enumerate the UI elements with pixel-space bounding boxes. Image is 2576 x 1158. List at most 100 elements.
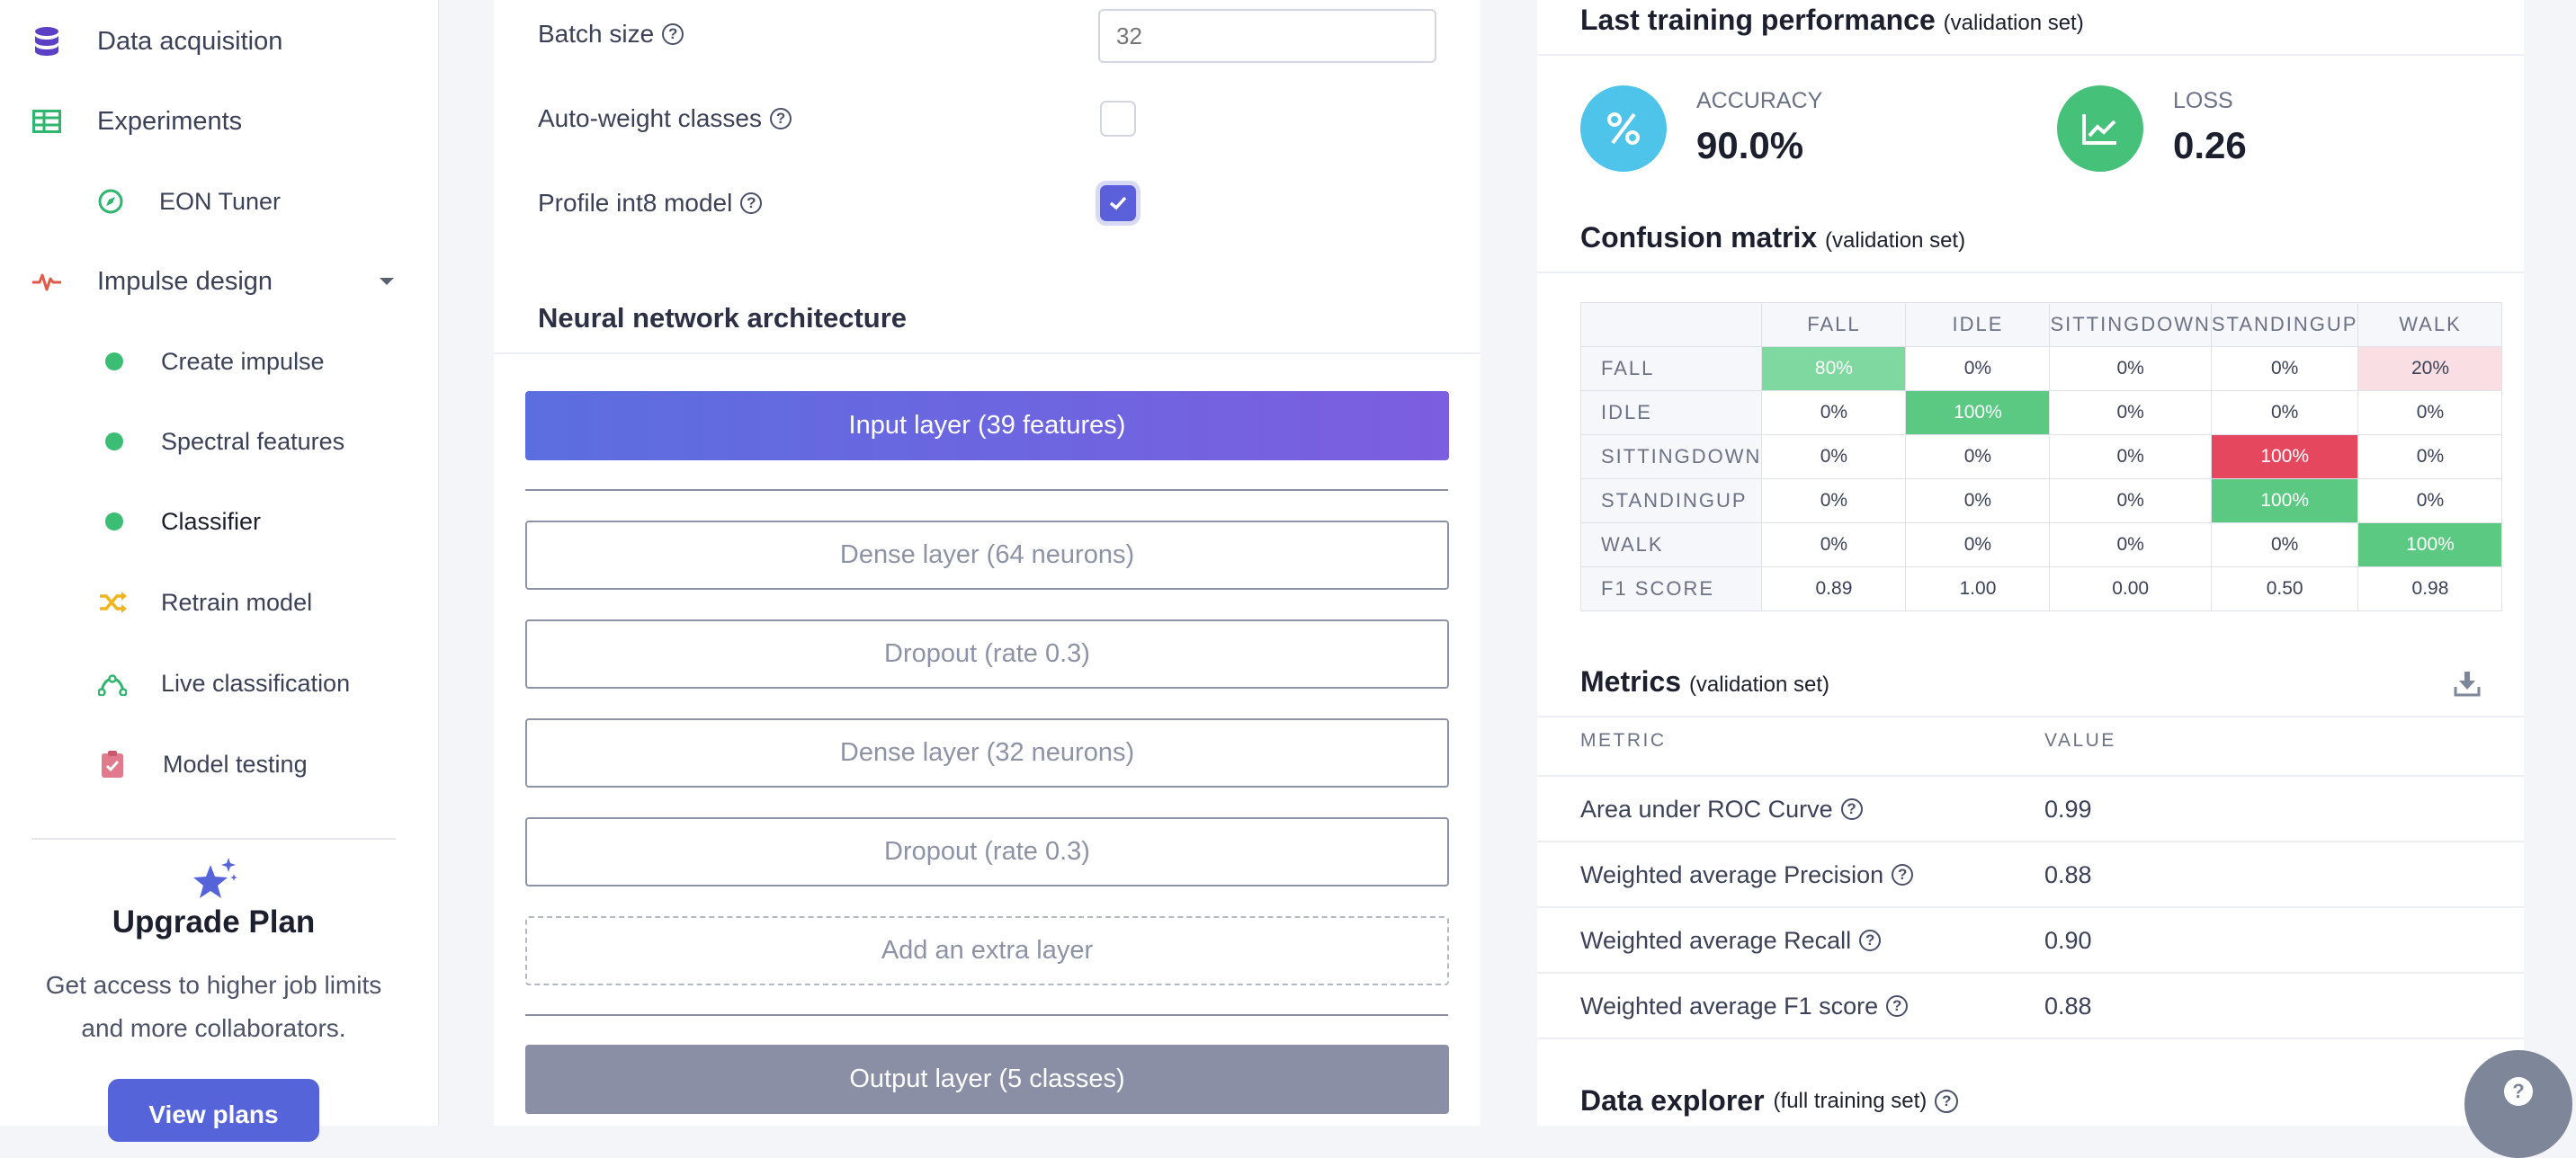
dot-icon <box>96 423 132 459</box>
profile-int8-row: Profile int8 model ? <box>538 189 763 218</box>
metric-name: Weighted average F1 score <box>1580 992 1879 1020</box>
help-icon[interactable]: ? <box>770 108 792 129</box>
profile-int8-checkbox[interactable] <box>1100 185 1136 221</box>
output-layer[interactable]: Output layer (5 classes) <box>525 1045 1449 1114</box>
layer-separator <box>525 489 1448 491</box>
sidebar-item-label: EON Tuner <box>159 187 282 215</box>
shuffle-icon <box>94 584 130 620</box>
sidebar-item-retrain-model[interactable]: Retrain model <box>94 584 312 620</box>
matrix-header-row: FALL IDLE SITTINGDOWN STANDINGUP WALK <box>1579 302 2503 347</box>
section-divider <box>1537 716 2524 717</box>
sidebar-item-experiments[interactable]: Experiments <box>29 103 242 139</box>
matrix-cell: 0% <box>2357 390 2503 435</box>
help-icon[interactable]: ? <box>1840 798 1863 820</box>
curve-icon <box>94 665 130 701</box>
matrix-col-header: SITTINGDOWN <box>2049 302 2212 347</box>
matrix-row: STANDINGUP 0% 0% 0% 100% 0% <box>1579 478 2503 523</box>
metric-row: Weighted average Precision? 0.88 <box>1537 841 2524 907</box>
matrix-corner <box>1579 302 1763 347</box>
help-icon[interactable]: ? <box>740 192 763 214</box>
batch-size-label: Batch size <box>538 20 655 48</box>
matrix-row-header: STANDINGUP <box>1579 478 1763 523</box>
f1-score-cell: 0.98 <box>2357 566 2503 611</box>
auto-weight-row: Auto-weight classes ? <box>538 104 792 133</box>
matrix-cell: 0% <box>2210 346 2359 391</box>
help-icon[interactable]: ? <box>1892 864 1914 886</box>
matrix-row: WALK 0% 0% 0% 0% 100% <box>1579 522 2503 567</box>
accuracy-value: 90.0% <box>1696 124 1804 166</box>
sidebar-item-create-impulse[interactable]: Create impulse <box>96 343 325 379</box>
metric-value: 0.88 <box>2044 992 2092 1020</box>
input-layer[interactable]: Input layer (39 features) <box>525 391 1449 460</box>
metric-row: Area under ROC Curve? 0.99 <box>1537 775 2524 842</box>
download-icon[interactable] <box>2453 669 2482 698</box>
matrix-row-header: FALL <box>1579 346 1763 391</box>
dropout-layer-2[interactable]: Dropout (rate 0.3) <box>525 817 1449 886</box>
matrix-row-header: F1 SCORE <box>1579 566 1763 611</box>
matrix-cell: 0% <box>2049 522 2212 567</box>
help-chat-button[interactable]: ? <box>2464 1050 2572 1158</box>
matrix-cell: 0% <box>2357 478 2503 523</box>
matrix-cell: 100% <box>2357 522 2503 567</box>
section-divider <box>494 352 1480 354</box>
accuracy-label: ACCURACY <box>1696 88 1823 113</box>
compass-icon <box>93 183 129 219</box>
help-icon[interactable]: ? <box>1886 995 1909 1017</box>
matrix-cell: 0% <box>1761 478 1907 523</box>
help-icon[interactable]: ? <box>1859 930 1882 951</box>
matrix-row: IDLE 0% 100% 0% 0% 0% <box>1579 390 2503 435</box>
checkmark-icon <box>1109 196 1127 210</box>
metrics-title: Metrics (validation set) <box>1580 665 1830 698</box>
loss-value: 0.26 <box>2173 124 2247 166</box>
sidebar-item-label: Data acquisition <box>97 26 283 56</box>
matrix-cell: 0% <box>2210 522 2359 567</box>
f1-score-cell: 1.00 <box>1905 566 2051 611</box>
metric-value: 0.88 <box>2044 860 2092 888</box>
f1-score-cell: 0.89 <box>1761 566 1907 611</box>
sidebar-item-label: Retrain model <box>161 588 313 616</box>
sidebar-item-eon-tuner[interactable]: EON Tuner <box>93 183 281 219</box>
matrix-row-header: WALK <box>1579 522 1763 567</box>
view-plans-button[interactable]: View plans <box>108 1079 319 1142</box>
metric-row: Weighted average Recall? 0.90 <box>1537 906 2524 973</box>
sidebar-item-live-classification[interactable]: Live classification <box>94 665 350 701</box>
dense-layer-32[interactable]: Dense layer (32 neurons) <box>525 718 1449 788</box>
architecture-title: Neural network architecture <box>538 302 908 334</box>
svg-text:?: ? <box>2512 1080 2524 1102</box>
matrix-cell: 0% <box>2049 346 2212 391</box>
layer-separator <box>525 1014 1448 1016</box>
dense-layer-64[interactable]: Dense layer (64 neurons) <box>525 521 1449 590</box>
upgrade-title: Upgrade Plan <box>112 904 316 940</box>
chevron-down-icon[interactable] <box>378 275 396 288</box>
matrix-cell: 0% <box>1905 346 2051 391</box>
sidebar-item-spectral-features[interactable]: Spectral features <box>96 423 344 459</box>
sidebar-item-model-testing[interactable]: Model testing <box>94 746 308 782</box>
help-icon[interactable]: ? <box>662 23 684 45</box>
metric-name: Weighted average Recall <box>1580 926 1852 954</box>
sidebar-item-impulse-design[interactable]: Impulse design <box>29 263 273 299</box>
sidebar-item-label: Create impulse <box>161 347 325 375</box>
section-divider <box>1537 54 2524 56</box>
training-output-panel: Last training performance (validation se… <box>1537 0 2524 1126</box>
sidebar-item-data-acquisition[interactable]: Data acquisition <box>29 23 282 59</box>
dot-icon <box>96 343 132 379</box>
add-extra-layer-button[interactable]: Add an extra layer <box>525 916 1449 985</box>
f1-score-row: F1 SCORE 0.89 1.00 0.00 0.50 0.98 <box>1579 566 2503 611</box>
help-icon[interactable]: ? <box>1935 1089 1959 1113</box>
sidebar-item-label: Impulse design <box>97 266 273 296</box>
database-icon <box>29 23 65 59</box>
metric-value: 0.99 <box>2044 795 2092 823</box>
metric-value: 0.90 <box>2044 926 2092 954</box>
matrix-row-header: IDLE <box>1579 390 1763 435</box>
sidebar-item-classifier[interactable]: Classifier <box>96 503 261 539</box>
matrix-cell: 0% <box>2049 478 2212 523</box>
training-settings-panel: Batch size ? Auto-weight classes ? Profi… <box>494 0 1480 1126</box>
sidebar-divider <box>31 838 396 840</box>
matrix-cell: 80% <box>1761 346 1907 391</box>
matrix-cell: 0% <box>1905 434 2051 479</box>
batch-size-row: Batch size ? <box>538 20 684 49</box>
batch-size-input[interactable] <box>1098 9 1436 63</box>
sidebar-item-label: Spectral features <box>161 427 345 455</box>
auto-weight-checkbox[interactable] <box>1100 101 1136 137</box>
dropout-layer-1[interactable]: Dropout (rate 0.3) <box>525 619 1449 689</box>
